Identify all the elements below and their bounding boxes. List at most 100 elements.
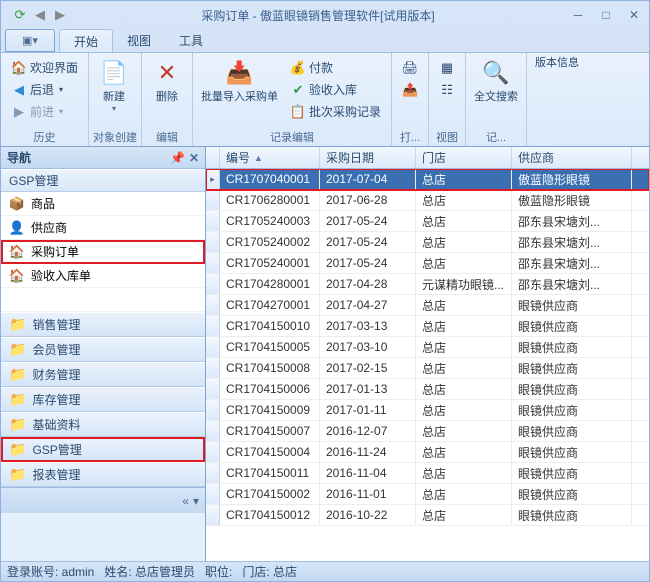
nav-section[interactable]: 📁财务管理 [1, 362, 205, 387]
batch-record-button[interactable]: 📋批次采购记录 [287, 101, 384, 122]
check-icon: ✔ [290, 82, 306, 98]
col-supplier[interactable]: 供应商 [512, 147, 632, 168]
section-label: GSP管理 [32, 441, 81, 458]
nav-back-icon[interactable]: ◀ [31, 6, 49, 24]
table-row[interactable]: CR1704150002 2016-11-01 总店 眼镜供应商 [206, 484, 649, 505]
nav-section[interactable]: 📁销售管理 [1, 312, 205, 337]
nav-section[interactable]: 📁 GSP管理 [1, 437, 205, 462]
grid-icon: ▦ [439, 60, 455, 76]
more-icon[interactable]: ▾ [193, 494, 199, 508]
tab-tools[interactable]: 工具 [165, 29, 217, 52]
tab-start[interactable]: 开始 [59, 29, 113, 52]
cell-code: CR1704150002 [220, 484, 320, 504]
pay-button[interactable]: 💰付款 [287, 57, 384, 78]
fulltext-search-button[interactable]: 🔍全文搜索 [470, 55, 522, 106]
table-row[interactable]: CR1704150007 2016-12-07 总店 眼镜供应商 [206, 421, 649, 442]
item-label: 供应商 [31, 219, 67, 236]
nav-fwd-icon[interactable]: ▶ [51, 6, 69, 24]
new-icon: 📄 [98, 57, 130, 89]
welcome-button[interactable]: 🏠欢迎界面 [8, 57, 81, 78]
grid-body[interactable]: ▸ CR1707040001 2017-07-04 总店 傲蓝隐形眼镜 CR17… [206, 169, 649, 561]
back-button[interactable]: ◀后退▾ [8, 79, 81, 100]
new-button[interactable]: 📄新建▾ [93, 55, 135, 115]
inspect-button[interactable]: ✔验收入库 [287, 79, 384, 100]
table-row[interactable]: CR1704150008 2017-02-15 总店 眼镜供应商 [206, 358, 649, 379]
table-row[interactable]: CR1704150006 2017-01-13 总店 眼镜供应商 [206, 379, 649, 400]
table-row[interactable]: CR1704270001 2017-04-27 总店 眼镜供应商 [206, 295, 649, 316]
row-indicator [206, 190, 220, 210]
view-button2[interactable]: ☷ [436, 79, 458, 100]
row-indicator [206, 379, 220, 399]
nav-current-section[interactable]: GSP管理 [1, 169, 205, 192]
tab-view[interactable]: 视图 [113, 29, 165, 52]
batch-import-button[interactable]: 📥批量导入采购单 [197, 55, 282, 106]
cell-supplier: 眼镜供应商 [512, 400, 632, 420]
cell-store: 总店 [416, 484, 512, 504]
print-button[interactable]: 🖨 [399, 57, 421, 78]
ribbon-group-version: 版本信息 [527, 53, 587, 146]
cell-supplier: 眼镜供应商 [512, 442, 632, 462]
sidebar-item[interactable]: 🏠验收入库单 [1, 264, 205, 288]
status-bar: 登录账号: admin 姓名: 总店管理员 职位: 门店: 总店 [1, 561, 649, 581]
pin-icon[interactable]: 📌 [170, 151, 185, 165]
table-row[interactable]: CR1704280001 2017-04-28 元谋精功眼镜... 邵东县宋塘刘… [206, 274, 649, 295]
close-button[interactable]: ✕ [623, 7, 645, 23]
ribbon-group-search: 🔍全文搜索 记... [466, 53, 527, 146]
row-indicator [206, 421, 220, 441]
cell-date: 2017-01-11 [320, 400, 416, 420]
export-button[interactable]: 📤 [399, 79, 421, 100]
table-row[interactable]: CR1704150004 2016-11-24 总店 眼镜供应商 [206, 442, 649, 463]
table-row[interactable]: CR1705240003 2017-05-24 总店 邵东县宋塘刘... [206, 211, 649, 232]
table-row[interactable]: CR1704150005 2017-03-10 总店 眼镜供应商 [206, 337, 649, 358]
table-row[interactable]: CR1705240002 2017-05-24 总店 邵东县宋塘刘... [206, 232, 649, 253]
view-button1[interactable]: ▦ [436, 57, 458, 78]
item-label: 商品 [31, 195, 55, 212]
col-date[interactable]: 采购日期 [320, 147, 416, 168]
forward-button[interactable]: ▶前进▾ [8, 101, 81, 122]
cell-date: 2016-12-07 [320, 421, 416, 441]
cell-code: CR1704150004 [220, 442, 320, 462]
table-row[interactable]: ▸ CR1707040001 2017-07-04 总店 傲蓝隐形眼镜 [206, 169, 649, 190]
minimize-button[interactable]: ─ [567, 7, 589, 23]
ribbon-group-edit: ✕删除 编辑 [142, 53, 193, 146]
row-indicator [206, 463, 220, 483]
table-row[interactable]: CR1705240001 2017-05-24 总店 邵东县宋塘刘... [206, 253, 649, 274]
table-row[interactable]: CR1704150011 2016-11-04 总店 眼镜供应商 [206, 463, 649, 484]
cell-code: CR1705240001 [220, 253, 320, 273]
sidebar-item[interactable]: 🏠采购订单 [1, 240, 205, 264]
nav-section[interactable]: 📁会员管理 [1, 337, 205, 362]
cell-supplier: 眼镜供应商 [512, 505, 632, 525]
version-button[interactable]: 版本信息 [531, 55, 583, 72]
file-menu-button[interactable]: ▣▾ [5, 29, 55, 52]
maximize-button[interactable]: □ [595, 7, 617, 23]
table-row[interactable]: CR1706280001 2017-06-28 总店 傲蓝隐形眼镜 [206, 190, 649, 211]
cell-date: 2017-04-27 [320, 295, 416, 315]
table-row[interactable]: CR1704150012 2016-10-22 总店 眼镜供应商 [206, 505, 649, 526]
app-window: ⟳ ◀ ▶ 采购订单 - 傲蓝眼镜销售管理软件[试用版本] ─ □ ✕ ▣▾ 开… [0, 0, 650, 582]
row-indicator [206, 484, 220, 504]
cell-date: 2017-04-28 [320, 274, 416, 294]
nav-section[interactable]: 📁报表管理 [1, 462, 205, 487]
delete-button[interactable]: ✕删除 [146, 55, 188, 106]
cell-date: 2016-11-01 [320, 484, 416, 504]
table-row[interactable]: CR1704150010 2017-03-13 总店 眼镜供应商 [206, 316, 649, 337]
nav-section[interactable]: 📁基础资料 [1, 412, 205, 437]
table-row[interactable]: CR1704150009 2017-01-11 总店 眼镜供应商 [206, 400, 649, 421]
sidebar-item[interactable] [1, 288, 205, 312]
sidebar-item[interactable]: 📦商品 [1, 192, 205, 216]
sidebar-item[interactable]: 👤供应商 [1, 216, 205, 240]
cell-date: 2016-10-22 [320, 505, 416, 525]
col-code[interactable]: 编号▲ [220, 147, 320, 168]
col-store[interactable]: 门店 [416, 147, 512, 168]
cell-supplier: 邵东县宋塘刘... [512, 253, 632, 273]
cell-store: 总店 [416, 169, 512, 189]
item-icon [9, 292, 25, 308]
nav-section[interactable]: 📁库存管理 [1, 387, 205, 412]
refresh-icon[interactable]: ⟳ [11, 6, 29, 24]
chevron-left-icon[interactable]: « [182, 494, 189, 508]
delete-icon: ✕ [151, 57, 183, 89]
close-panel-icon[interactable]: ✕ [189, 151, 199, 165]
cell-store: 总店 [416, 379, 512, 399]
folder-icon: 📁 [9, 441, 26, 458]
nav-title: 导航 [7, 149, 31, 166]
